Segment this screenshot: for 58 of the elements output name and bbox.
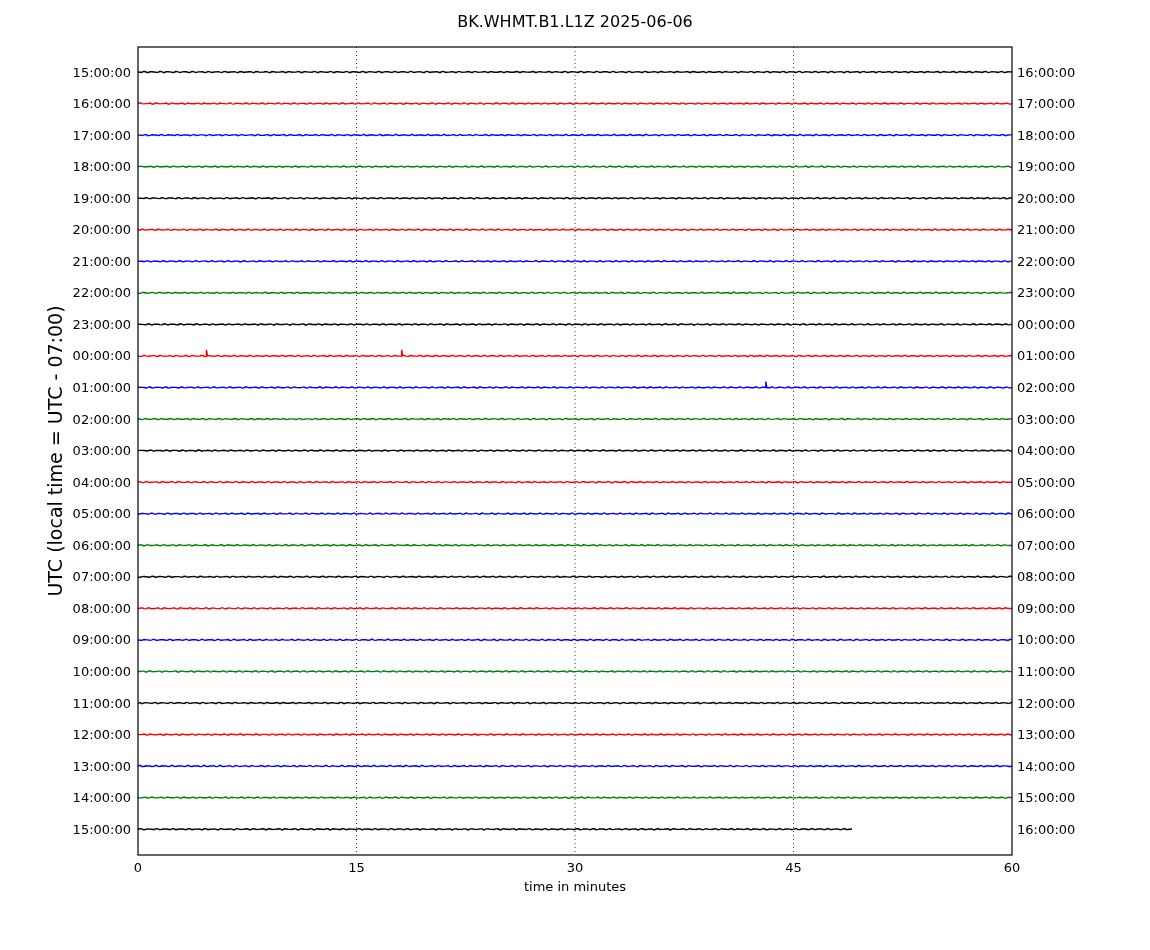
time-label: 14:00:00 xyxy=(1017,758,1076,774)
time-label: 06:00:00 xyxy=(1017,506,1076,522)
time-label: 23:00:00 xyxy=(1017,285,1076,301)
time-label: 12:00:00 xyxy=(1017,695,1076,711)
time-label: 12:00:00 xyxy=(72,727,131,743)
time-label: 16:00:00 xyxy=(1017,64,1076,80)
time-label: 06:00:00 xyxy=(72,537,131,553)
time-label: 18:00:00 xyxy=(1017,127,1076,143)
axis-tick-label: 0 xyxy=(133,860,143,875)
time-label: 04:00:00 xyxy=(1017,443,1076,459)
time-label: 13:00:00 xyxy=(1017,727,1076,743)
time-label: 09:00:00 xyxy=(72,632,131,648)
time-label: 21:00:00 xyxy=(72,253,131,269)
time-label: 22:00:00 xyxy=(1017,253,1076,269)
time-label: 07:00:00 xyxy=(72,569,131,585)
time-label: 17:00:00 xyxy=(72,127,131,143)
time-label: 23:00:00 xyxy=(72,316,131,332)
time-label: 00:00:00 xyxy=(72,348,131,364)
x-axis-label: time in minutes xyxy=(523,879,627,894)
time-label: 13:00:00 xyxy=(72,758,131,774)
time-label: 11:00:00 xyxy=(1017,663,1076,679)
time-label: 14:00:00 xyxy=(72,790,131,806)
time-label: 01:00:00 xyxy=(1017,348,1076,364)
time-label: 02:00:00 xyxy=(1017,380,1076,395)
time-label: 03:00:00 xyxy=(1017,411,1076,427)
time-label: 05:00:00 xyxy=(72,506,131,522)
time-label: 02:00:00 xyxy=(72,411,131,427)
time-label: 21:00:00 xyxy=(1017,222,1076,238)
time-label: 03:00:00 xyxy=(72,443,131,459)
time-label: 08:00:00 xyxy=(1017,569,1076,585)
axis-tick-label: 60 xyxy=(1003,860,1021,875)
time-label: 08:00:00 xyxy=(72,600,131,616)
time-label: 16:00:00 xyxy=(1017,821,1076,837)
time-label: 19:00:00 xyxy=(1017,159,1076,175)
y-axis-label: UTC (local time = UTC - 07:00) xyxy=(44,305,66,597)
time-label: 01:00:00 xyxy=(72,380,131,395)
time-label: 04:00:00 xyxy=(72,474,131,490)
time-label: 17:00:00 xyxy=(1017,96,1076,112)
time-label: 10:00:00 xyxy=(1017,632,1076,648)
time-label: 15:00:00 xyxy=(72,821,131,837)
time-label: 20:00:00 xyxy=(1017,190,1076,206)
chart-title: BK.WHMT.B1.L1Z 2025-06-06 xyxy=(457,12,693,31)
time-label: 19:00:00 xyxy=(72,190,131,206)
time-label: 07:00:00 xyxy=(1017,537,1076,553)
time-label: 11:00:00 xyxy=(72,695,131,711)
time-label: 22:00:00 xyxy=(72,285,131,301)
time-label: 16:00:00 xyxy=(72,96,131,112)
time-label: 10:00:00 xyxy=(72,663,131,679)
time-label: 00:00:00 xyxy=(1017,316,1076,332)
time-label: 05:00:00 xyxy=(1017,474,1076,490)
time-label: 09:00:00 xyxy=(1017,600,1076,616)
time-label: 18:00:00 xyxy=(72,159,131,175)
time-label: 15:00:00 xyxy=(1017,790,1076,806)
axis-tick-label: 15 xyxy=(348,860,365,875)
axis-tick-label: 30 xyxy=(566,860,584,875)
axis-tick-label: 45 xyxy=(785,860,802,875)
time-label: 15:00:00 xyxy=(72,64,131,80)
time-label: 20:00:00 xyxy=(72,222,131,238)
